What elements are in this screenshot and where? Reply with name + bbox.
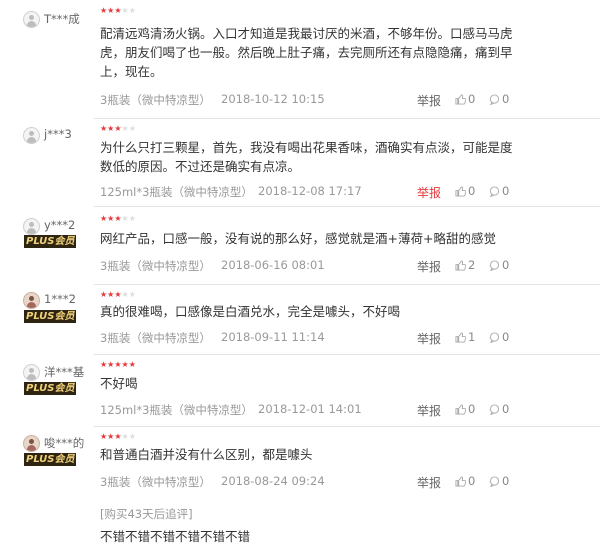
thumbs-up-icon	[455, 259, 466, 271]
username[interactable]: 1***2	[44, 292, 76, 306]
plus-member-badge: PLUS会员	[24, 235, 77, 248]
username[interactable]: 洋***基	[44, 364, 84, 380]
like-button[interactable]: 0	[455, 474, 475, 488]
thumbs-up-icon	[455, 475, 466, 487]
reply-button[interactable]: 0	[489, 184, 509, 198]
username[interactable]: j***3	[44, 127, 72, 141]
comment-icon	[489, 475, 500, 487]
like-count: 0	[468, 402, 476, 416]
like-count: 0	[468, 184, 476, 198]
user-avatar-icon[interactable]	[23, 364, 40, 381]
star-rating: ★★★★★	[100, 432, 136, 441]
review-date: 2018-09-11 11:14	[221, 330, 325, 344]
reply-count: 0	[502, 330, 510, 344]
user-avatar-icon[interactable]	[23, 435, 40, 452]
star-rating: ★★★★★	[100, 6, 136, 15]
star-rating: ★★★★★	[100, 214, 136, 223]
product-spec: 125ml*3瓶装（微中特凉型）	[100, 185, 253, 199]
comment-icon	[489, 331, 500, 343]
product-spec: 3瓶装（微中特凉型）	[100, 475, 211, 489]
review-item: 1***2 PLUS会员 ★★★★★ 真的很难喝，口感像是白酒兑水，完全是噱头，…	[0, 284, 600, 354]
report-link[interactable]: 举报	[417, 330, 441, 347]
thumbs-up-icon	[455, 403, 466, 415]
reply-button[interactable]: 0	[489, 402, 509, 416]
review-text: 真的很难喝，口感像是白酒兑水，完全是噱头，不好喝	[100, 304, 401, 319]
report-link[interactable]: 举报	[417, 92, 441, 109]
review-text: 不好喝	[100, 376, 138, 391]
product-spec: 3瓶装（微中特凉型）	[100, 259, 211, 273]
followup-label: [购买43天后追评]	[100, 507, 193, 521]
plus-member-badge: PLUS会员	[24, 453, 77, 466]
reply-button[interactable]: 0	[489, 330, 509, 344]
review-date: 2018-12-08 17:17	[258, 184, 362, 198]
username[interactable]: T***成	[44, 11, 80, 27]
report-link[interactable]: 举报	[417, 402, 441, 419]
review-date: 2018-06-16 08:01	[221, 258, 325, 272]
comment-icon	[489, 403, 500, 415]
thumbs-up-icon	[455, 93, 466, 105]
plus-member-badge: PLUS会员	[24, 310, 77, 323]
followup-text: 不错不错不错不错不错不错	[100, 529, 251, 544]
review-text: 和普通白酒并没有什么区别，都是噱头	[100, 447, 313, 462]
reply-button[interactable]: 0	[489, 474, 509, 488]
like-button[interactable]: 1	[455, 330, 475, 344]
plus-member-badge: PLUS会员	[24, 382, 77, 395]
like-count: 1	[468, 330, 476, 344]
comment-icon	[489, 259, 500, 271]
report-link[interactable]: 举报	[417, 258, 441, 275]
username[interactable]: 唆***的	[44, 435, 84, 451]
user-avatar-icon[interactable]	[23, 292, 40, 309]
like-count: 2	[468, 258, 476, 272]
review-date: 2018-10-12 10:15	[221, 92, 325, 106]
review-text: 为什么只打三颗星，首先，我没有喝出花果香味，酒确实有点淡，可能是度数低的原因。不…	[100, 140, 513, 174]
star-rating: ★★★★★	[100, 360, 136, 369]
user-avatar-icon[interactable]	[23, 218, 40, 235]
reply-count: 0	[502, 474, 510, 488]
product-spec: 3瓶装（微中特凉型）	[100, 331, 211, 345]
user-avatar-icon[interactable]	[23, 11, 40, 28]
thumbs-up-icon	[455, 331, 466, 343]
review-item: 唆***的 PLUS会员 ★★★★★ 和普通白酒并没有什么区别，都是噱头 3瓶装…	[0, 426, 600, 548]
product-spec: 3瓶装（微中特凉型）	[100, 93, 211, 107]
star-rating: ★★★★★	[100, 124, 136, 133]
review-item: 洋***基 PLUS会员 ★★★★★ 不好喝 125ml*3瓶装（微中特凉型） …	[0, 354, 600, 426]
review-item: y***2 PLUS会员 ★★★★★ 网红产品，口感一般，没有说的那么好，感觉就…	[0, 206, 600, 284]
like-count: 0	[468, 474, 476, 488]
reply-count: 0	[502, 258, 510, 272]
thumbs-up-icon	[455, 185, 466, 197]
like-count: 0	[468, 92, 476, 106]
review-item: T***成 ★★★★★ 配清远鸡清汤火锅。入口才知道是我最讨厌的米酒，不够年份。…	[0, 0, 600, 118]
review-date: 2018-12-01 14:01	[258, 402, 362, 416]
reply-button[interactable]: 0	[489, 92, 509, 106]
like-button[interactable]: 0	[455, 184, 475, 198]
like-button[interactable]: 0	[455, 402, 475, 416]
review-text: 配清远鸡清汤火锅。入口才知道是我最讨厌的米酒，不够年份。口感马马虎虎，朋友们喝了…	[100, 26, 513, 79]
reply-button[interactable]: 0	[489, 258, 509, 272]
like-button[interactable]: 2	[455, 258, 475, 272]
star-rating: ★★★★★	[100, 290, 136, 299]
review-date: 2018-08-24 09:24	[221, 474, 325, 488]
report-link[interactable]: 举报	[417, 474, 441, 491]
reply-count: 0	[502, 184, 510, 198]
user-avatar-icon[interactable]	[23, 127, 40, 144]
comment-icon	[489, 185, 500, 197]
like-button[interactable]: 0	[455, 92, 475, 106]
review-text: 网红产品，口感一般，没有说的那么好，感觉就是酒+薄荷+略甜的感觉	[100, 231, 496, 246]
product-spec: 125ml*3瓶装（微中特凉型）	[100, 403, 253, 417]
username[interactable]: y***2	[44, 218, 75, 232]
report-link[interactable]: 举报	[417, 184, 441, 201]
review-item: j***3 ★★★★★ 为什么只打三颗星，首先，我没有喝出花果香味，酒确实有点淡…	[0, 118, 600, 206]
comment-icon	[489, 93, 500, 105]
reply-count: 0	[502, 402, 510, 416]
reply-count: 0	[502, 92, 510, 106]
